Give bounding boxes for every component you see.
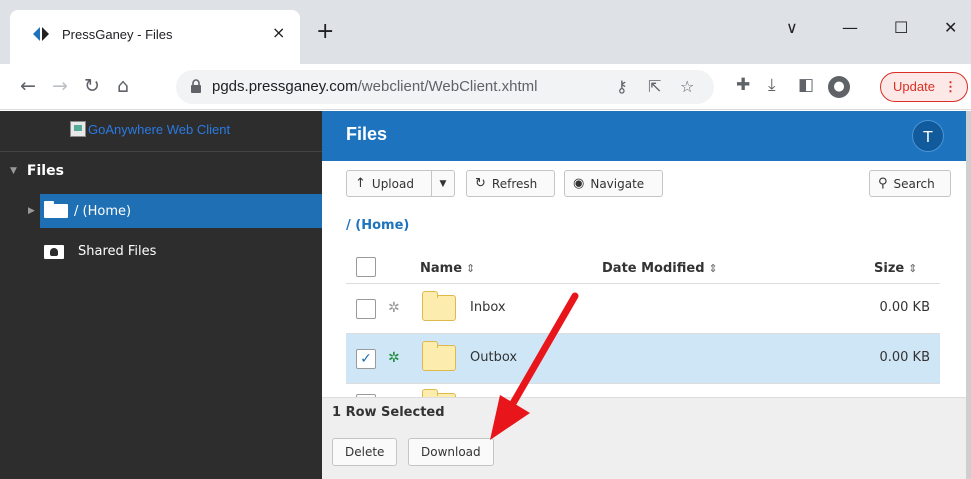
table-row[interactable]: ✓ ✲ Outbox 0.00 KB — [346, 333, 940, 383]
upload-dropdown-button[interactable]: ▼ — [431, 170, 455, 197]
selection-footer: 1 Row Selected Delete Download — [322, 397, 966, 479]
address-bar[interactable]: pgds.pressganey.com/webclient/WebClient.… — [176, 70, 714, 104]
sidebar-item-home[interactable]: / (Home) — [40, 194, 322, 228]
caret-down-icon: ▼ — [439, 178, 447, 189]
magnifier-icon: ⚲ — [878, 176, 888, 191]
key-icon[interactable]: ⚷ — [616, 77, 628, 96]
side-panel-icon[interactable]: ◧ — [798, 75, 814, 95]
navigate-button[interactable]: ◉ Navigate — [564, 170, 663, 197]
forward-icon[interactable]: → — [48, 74, 72, 98]
sidebar-divider — [0, 151, 322, 152]
sidebar-item-shared-files[interactable]: Shared Files — [44, 244, 156, 259]
bookmark-star-icon[interactable]: ☆ — [680, 77, 694, 96]
folder-icon — [422, 291, 456, 321]
column-header-name[interactable]: Name ⇕ — [420, 261, 475, 276]
arrow-up-icon: ↑ — [355, 176, 366, 191]
reload-icon[interactable]: ↻ — [80, 74, 104, 98]
refresh-icon: ↻ — [475, 176, 486, 191]
broken-image-icon — [70, 121, 86, 137]
column-header-date-modified[interactable]: Date Modified ⇕ — [602, 261, 718, 276]
update-button[interactable]: Update ⋮ — [880, 72, 968, 102]
file-size: 0.00 KB — [879, 350, 930, 365]
download-icon[interactable]: ⤓ — [768, 75, 776, 95]
sidebar: GoAnywhere Web Client ▼ Files ▶ / (Home)… — [0, 111, 322, 479]
sort-icon: ⇕ — [708, 262, 718, 275]
page-title: Files — [346, 124, 388, 144]
select-all-checkbox[interactable] — [356, 257, 376, 277]
folder-icon — [44, 201, 68, 218]
update-label: Update — [893, 79, 935, 94]
upload-label: Upload — [371, 176, 414, 191]
download-button[interactable]: Download — [408, 438, 494, 466]
breadcrumb[interactable]: / (Home) — [346, 218, 409, 233]
url-text: pgds.pressganey.com/webclient/WebClient.… — [212, 78, 538, 95]
sidebar-section-files[interactable]: ▼ Files — [0, 163, 64, 179]
navigate-label: Navigate — [590, 176, 645, 191]
file-name[interactable]: Inbox — [470, 300, 506, 315]
column-label: Size — [874, 261, 905, 276]
search-button[interactable]: ⚲ Search — [869, 170, 951, 197]
sidebar-section-label: Files — [26, 163, 64, 179]
app-header: Files T — [322, 111, 966, 161]
scrollbar[interactable] — [966, 111, 971, 479]
new-tab-button[interactable]: + — [316, 20, 334, 44]
shared-folder-icon — [44, 244, 64, 259]
caret-down-icon: ▼ — [10, 166, 17, 176]
profile-avatar-icon[interactable]: ● — [828, 76, 850, 98]
logo-alt-text: GoAnywhere Web Client — [88, 121, 231, 137]
search-label: Search — [893, 176, 935, 191]
maximize-icon[interactable]: ☐ — [894, 18, 908, 38]
minimize-icon[interactable]: — — [842, 18, 858, 38]
column-label: Name — [420, 261, 463, 276]
goanywhere-logo: GoAnywhere Web Client — [70, 121, 230, 137]
back-icon[interactable]: ← — [16, 74, 40, 98]
sidebar-item-label: Shared Files — [78, 244, 157, 259]
gear-icon[interactable]: ✲ — [388, 300, 400, 316]
column-header-size[interactable]: Size ⇕ — [874, 261, 917, 276]
menu-kebab-icon: ⋮ — [944, 79, 957, 94]
table-row-partial[interactable] — [346, 383, 940, 397]
sort-icon: ⇕ — [466, 262, 476, 275]
tab-close-icon[interactable]: × — [272, 23, 285, 43]
browser-toolbar: ← → ↻ ⌂ pgds.pressganey.com/webclient/We… — [0, 64, 971, 110]
user-avatar[interactable]: T — [912, 120, 944, 152]
file-name[interactable]: Outbox — [470, 350, 517, 365]
browser-tab-strip: PressGaney - Files × + ∨ — ☐ ✕ — [0, 0, 971, 64]
selection-count: 1 Row Selected — [332, 405, 445, 420]
delete-button[interactable]: Delete — [332, 438, 398, 466]
file-size: 0.00 KB — [879, 300, 930, 315]
sidebar-item-label: / (Home) — [74, 203, 132, 219]
row-checkbox-checked[interactable]: ✓ — [356, 349, 376, 369]
folder-icon — [422, 341, 456, 371]
column-label: Date Modified — [602, 261, 705, 276]
tab-title: PressGaney - Files — [62, 27, 173, 42]
lock-icon — [191, 79, 201, 93]
browser-tab[interactable]: PressGaney - Files × — [10, 10, 300, 64]
table-row[interactable]: ✲ Inbox 0.00 KB — [346, 283, 940, 333]
pressganey-logo-icon — [33, 27, 49, 41]
home-icon[interactable]: ⌂ — [111, 74, 135, 98]
row-checkbox[interactable] — [356, 299, 376, 319]
window-close-icon[interactable]: ✕ — [944, 18, 957, 38]
tab-search-dropdown-icon[interactable]: ∨ — [786, 18, 798, 38]
navigate-circle-icon: ◉ — [573, 176, 585, 191]
upload-button[interactable]: ↑ Upload — [346, 170, 432, 197]
gear-icon[interactable]: ✲ — [388, 350, 400, 366]
extensions-icon[interactable]: ✚ — [736, 75, 750, 95]
file-list-panel: ↑ Upload ▼ ↻ Refresh ◉ Navigate ⚲ Search… — [322, 161, 966, 397]
share-icon[interactable]: ⇱ — [648, 77, 661, 96]
refresh-button[interactable]: ↻ Refresh — [466, 170, 555, 197]
refresh-label: Refresh — [491, 176, 538, 191]
sort-icon: ⇕ — [908, 262, 918, 275]
caret-right-icon[interactable]: ▶ — [28, 206, 35, 216]
